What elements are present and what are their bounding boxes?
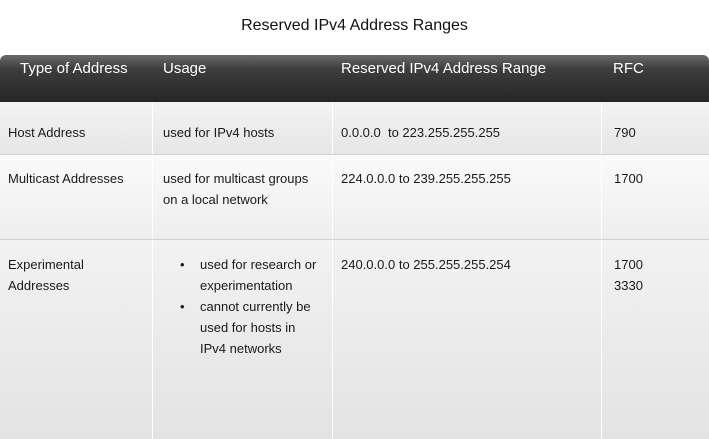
table-row-multicast: Multicast Addresses used for multicast g…: [0, 155, 709, 239]
table-row-host: Host Address used for IPv4 hosts 0.0.0.0…: [0, 102, 709, 154]
range-cell: 0.0.0.0 to 223.255.255.255: [332, 102, 601, 154]
type-cell: Multicast Addresses: [8, 171, 124, 186]
header-type-of-address: Type of Address: [20, 60, 128, 77]
rfc-number: 3330: [614, 278, 643, 293]
usage-bullet-list: • used for research or experimentation • c…: [153, 240, 332, 359]
rfc-number: 1700: [614, 171, 643, 186]
header-usage: Usage: [163, 60, 207, 77]
header-rfc: RFC: [613, 60, 644, 77]
rfc-number: 1700: [614, 257, 643, 272]
type-cell: Experimental Addresses: [8, 257, 84, 293]
bullet-icon: •: [180, 257, 185, 272]
usage-cell: • used for research or experimentation • c…: [152, 240, 332, 439]
address-ranges-table: Type of Address Usage Reserved IPv4 Addr…: [0, 55, 709, 439]
usage-cell: used for IPv4 hosts: [152, 102, 332, 154]
rfc-number: 790: [614, 125, 636, 140]
rfc-cell: 790: [601, 102, 709, 154]
table-row-experimental: Experimental Addresses • used for researc…: [0, 240, 709, 439]
list-item: • used for research or experimentation: [180, 254, 320, 296]
type-cell: Host Address: [8, 125, 86, 140]
range-cell: 240.0.0.0 to 255.255.255.254: [332, 240, 601, 439]
list-item: • cannot currently be used for hosts in I…: [180, 296, 320, 359]
table-header: Type of Address Usage Reserved IPv4 Addr…: [0, 55, 709, 102]
rfc-cell: 1700 3330: [601, 240, 709, 439]
usage-cell: used for multicast groups on a local net…: [152, 155, 332, 239]
page-title: Reserved IPv4 Address Ranges: [241, 17, 468, 34]
bullet-icon: •: [180, 299, 185, 314]
header-reserved-range: Reserved IPv4 Address Range: [341, 60, 547, 77]
rfc-cell: 1700: [601, 155, 709, 239]
range-cell: 224.0.0.0 to 239.255.255.255: [332, 155, 601, 239]
